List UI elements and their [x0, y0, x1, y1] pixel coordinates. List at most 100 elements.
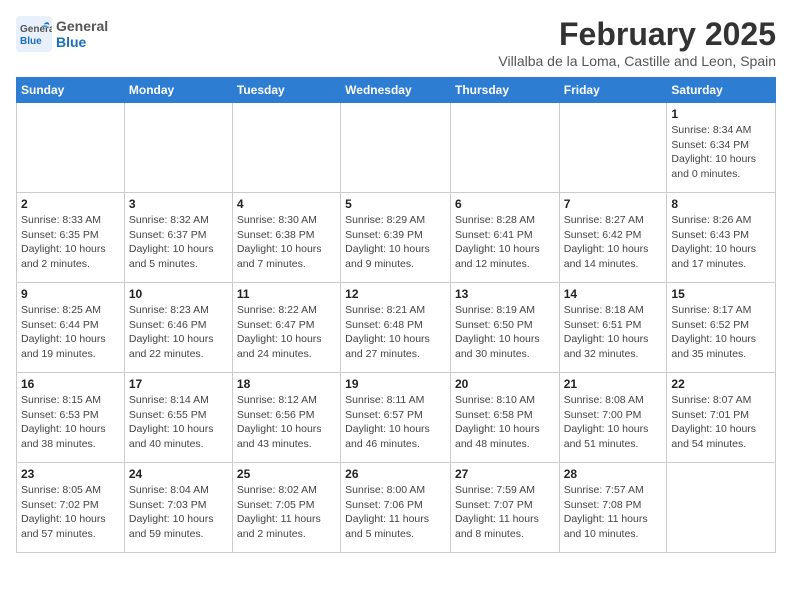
day-info: Sunrise: 8:05 AM Sunset: 7:02 PM Dayligh…: [21, 483, 120, 542]
calendar-cell: 8 Sunrise: 8:26 AM Sunset: 6:43 PM Daylig…: [667, 193, 776, 283]
logo: General Blue General Blue: [16, 16, 108, 52]
weekday-header-thursday: Thursday: [450, 78, 559, 103]
day-number: 23: [21, 467, 120, 481]
calendar-cell: 16 Sunrise: 8:15 AM Sunset: 6:53 PM Dayli…: [17, 373, 125, 463]
calendar-cell: 3Sunrise: 8:32 AM Sunset: 6:37 PM Daylig…: [124, 193, 232, 283]
day-number: 14: [564, 287, 663, 301]
day-info: Sunrise: 7:57 AM Sunset: 7:08 PM Dayligh…: [564, 483, 663, 542]
calendar-week-1: 1 Sunrise: 8:34 AM Sunset: 6:34 PM Daylig…: [17, 103, 776, 193]
calendar-cell: 12 Sunrise: 8:21 AM Sunset: 6:48 PM Dayli…: [341, 283, 451, 373]
day-info: Sunrise: 8:11 AM Sunset: 6:57 PM Dayligh…: [345, 393, 446, 452]
calendar-cell: [450, 103, 559, 193]
weekday-header-monday: Monday: [124, 78, 232, 103]
calendar-cell: 22 Sunrise: 8:07 AM Sunset: 7:01 PM Dayli…: [667, 373, 776, 463]
day-info: Sunrise: 8:22 AM Sunset: 6:47 PM Dayligh…: [237, 303, 336, 362]
title-section: February 2025 Villalba de la Loma, Casti…: [498, 16, 776, 69]
weekday-header-friday: Friday: [559, 78, 667, 103]
day-number: 11: [237, 287, 336, 301]
calendar-week-4: 16 Sunrise: 8:15 AM Sunset: 6:53 PM Dayli…: [17, 373, 776, 463]
calendar-cell: 27 Sunrise: 7:59 AM Sunset: 7:07 PM Dayli…: [450, 463, 559, 553]
calendar-cell: 7 Sunrise: 8:27 AM Sunset: 6:42 PM Daylig…: [559, 193, 667, 283]
day-number: 28: [564, 467, 663, 481]
calendar-cell: 28 Sunrise: 7:57 AM Sunset: 7:08 PM Dayli…: [559, 463, 667, 553]
svg-text:Blue: Blue: [20, 36, 42, 47]
calendar-cell: 15 Sunrise: 8:17 AM Sunset: 6:52 PM Dayli…: [667, 283, 776, 373]
calendar-cell: 25Sunrise: 8:02 AM Sunset: 7:05 PM Dayli…: [232, 463, 340, 553]
calendar-cell: 21Sunrise: 8:08 AM Sunset: 7:00 PM Dayli…: [559, 373, 667, 463]
calendar-cell: 10 Sunrise: 8:23 AM Sunset: 6:46 PM Dayli…: [124, 283, 232, 373]
day-info: Sunrise: 8:21 AM Sunset: 6:48 PM Dayligh…: [345, 303, 446, 362]
day-info: Sunrise: 8:14 AM Sunset: 6:55 PM Dayligh…: [129, 393, 228, 452]
calendar-cell: 19 Sunrise: 8:11 AM Sunset: 6:57 PM Dayli…: [341, 373, 451, 463]
calendar-cell: [667, 463, 776, 553]
calendar-header-row: SundayMondayTuesdayWednesdayThursdayFrid…: [17, 78, 776, 103]
day-number: 16: [21, 377, 120, 391]
calendar-cell: 4Sunrise: 8:30 AM Sunset: 6:38 PM Daylig…: [232, 193, 340, 283]
calendar-week-2: 2 Sunrise: 8:33 AM Sunset: 6:35 PM Daylig…: [17, 193, 776, 283]
weekday-header-tuesday: Tuesday: [232, 78, 340, 103]
day-info: Sunrise: 8:25 AM Sunset: 6:44 PM Dayligh…: [21, 303, 120, 362]
day-number: 8: [671, 197, 771, 211]
day-number: 10: [129, 287, 228, 301]
day-number: 18: [237, 377, 336, 391]
day-number: 19: [345, 377, 446, 391]
calendar-cell: 2 Sunrise: 8:33 AM Sunset: 6:35 PM Daylig…: [17, 193, 125, 283]
day-info: Sunrise: 8:18 AM Sunset: 6:51 PM Dayligh…: [564, 303, 663, 362]
day-info: Sunrise: 8:23 AM Sunset: 6:46 PM Dayligh…: [129, 303, 228, 362]
calendar-table: SundayMondayTuesdayWednesdayThursdayFrid…: [16, 77, 776, 553]
day-info: Sunrise: 8:15 AM Sunset: 6:53 PM Dayligh…: [21, 393, 120, 452]
day-info: Sunrise: 8:27 AM Sunset: 6:42 PM Dayligh…: [564, 213, 663, 272]
month-title: February 2025: [498, 16, 776, 53]
day-number: 5: [345, 197, 446, 211]
weekday-header-sunday: Sunday: [17, 78, 125, 103]
day-number: 9: [21, 287, 120, 301]
day-info: Sunrise: 8:12 AM Sunset: 6:56 PM Dayligh…: [237, 393, 336, 452]
calendar-week-3: 9 Sunrise: 8:25 AM Sunset: 6:44 PM Daylig…: [17, 283, 776, 373]
day-info: Sunrise: 8:07 AM Sunset: 7:01 PM Dayligh…: [671, 393, 771, 452]
day-info: Sunrise: 8:34 AM Sunset: 6:34 PM Dayligh…: [671, 123, 771, 182]
day-number: 22: [671, 377, 771, 391]
calendar-cell: 11 Sunrise: 8:22 AM Sunset: 6:47 PM Dayli…: [232, 283, 340, 373]
day-number: 27: [455, 467, 555, 481]
calendar-cell: 18 Sunrise: 8:12 AM Sunset: 6:56 PM Dayli…: [232, 373, 340, 463]
svg-text:General: General: [20, 24, 52, 35]
day-number: 26: [345, 467, 446, 481]
calendar-cell: 6 Sunrise: 8:28 AM Sunset: 6:41 PM Daylig…: [450, 193, 559, 283]
day-info: Sunrise: 8:32 AM Sunset: 6:37 PM Dayligh…: [129, 213, 228, 272]
day-info: Sunrise: 8:19 AM Sunset: 6:50 PM Dayligh…: [455, 303, 555, 362]
day-info: Sunrise: 8:02 AM Sunset: 7:05 PM Dayligh…: [237, 483, 336, 542]
calendar-cell: 24 Sunrise: 8:04 AM Sunset: 7:03 PM Dayli…: [124, 463, 232, 553]
calendar-cell: 26 Sunrise: 8:00 AM Sunset: 7:06 PM Dayli…: [341, 463, 451, 553]
day-info: Sunrise: 8:28 AM Sunset: 6:41 PM Dayligh…: [455, 213, 555, 272]
logo-text: General Blue: [56, 18, 108, 50]
day-number: 20: [455, 377, 555, 391]
calendar-week-5: 23 Sunrise: 8:05 AM Sunset: 7:02 PM Dayli…: [17, 463, 776, 553]
day-number: 15: [671, 287, 771, 301]
day-info: Sunrise: 8:33 AM Sunset: 6:35 PM Dayligh…: [21, 213, 120, 272]
day-number: 1: [671, 107, 771, 121]
calendar-cell: 20Sunrise: 8:10 AM Sunset: 6:58 PM Dayli…: [450, 373, 559, 463]
day-info: Sunrise: 8:26 AM Sunset: 6:43 PM Dayligh…: [671, 213, 771, 272]
weekday-header-saturday: Saturday: [667, 78, 776, 103]
day-info: Sunrise: 8:30 AM Sunset: 6:38 PM Dayligh…: [237, 213, 336, 272]
day-number: 6: [455, 197, 555, 211]
day-info: Sunrise: 7:59 AM Sunset: 7:07 PM Dayligh…: [455, 483, 555, 542]
calendar-cell: [341, 103, 451, 193]
day-info: Sunrise: 8:04 AM Sunset: 7:03 PM Dayligh…: [129, 483, 228, 542]
weekday-header-wednesday: Wednesday: [341, 78, 451, 103]
calendar-cell: [559, 103, 667, 193]
day-info: Sunrise: 8:00 AM Sunset: 7:06 PM Dayligh…: [345, 483, 446, 542]
day-number: 24: [129, 467, 228, 481]
calendar-cell: 9 Sunrise: 8:25 AM Sunset: 6:44 PM Daylig…: [17, 283, 125, 373]
day-number: 2: [21, 197, 120, 211]
calendar-cell: 1 Sunrise: 8:34 AM Sunset: 6:34 PM Daylig…: [667, 103, 776, 193]
calendar-cell: 14 Sunrise: 8:18 AM Sunset: 6:51 PM Dayli…: [559, 283, 667, 373]
day-info: Sunrise: 8:29 AM Sunset: 6:39 PM Dayligh…: [345, 213, 446, 272]
day-number: 7: [564, 197, 663, 211]
day-info: Sunrise: 8:17 AM Sunset: 6:52 PM Dayligh…: [671, 303, 771, 362]
calendar-cell: 13Sunrise: 8:19 AM Sunset: 6:50 PM Dayli…: [450, 283, 559, 373]
day-number: 12: [345, 287, 446, 301]
calendar-cell: 5 Sunrise: 8:29 AM Sunset: 6:39 PM Daylig…: [341, 193, 451, 283]
location-subtitle: Villalba de la Loma, Castille and Leon, …: [498, 53, 776, 69]
page-header: General Blue General Blue February 2025 …: [16, 16, 776, 69]
